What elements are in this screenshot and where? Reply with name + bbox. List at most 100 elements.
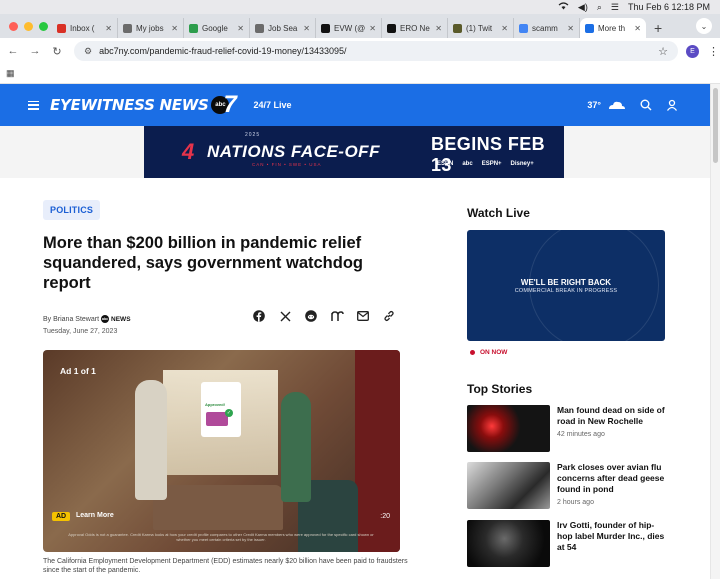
- browser-tab[interactable]: Google ✕: [184, 18, 250, 38]
- story-headline[interactable]: Park closes over avian flu concerns afte…: [557, 462, 667, 495]
- abc7-logo[interactable]: abc 7: [211, 91, 241, 118]
- story-item[interactable]: Park closes over avian flu concerns afte…: [467, 462, 667, 509]
- browser-menu-icon[interactable]: ⋮: [708, 45, 719, 58]
- abc-icon: [585, 23, 594, 33]
- email-icon[interactable]: [355, 309, 371, 323]
- job-icon: [255, 23, 264, 33]
- story-item[interactable]: Irv Gotti, founder of hip-hop label Murd…: [467, 520, 667, 567]
- profile-avatar[interactable]: E: [686, 44, 699, 58]
- facebook-icon[interactable]: [251, 309, 267, 323]
- browser-tab[interactable]: (1) Twit ✕: [448, 18, 514, 38]
- network-logo: abc: [462, 161, 473, 167]
- back-icon[interactable]: ←: [2, 45, 24, 57]
- minimize-window-button[interactable]: [24, 21, 33, 31]
- learn-more-link[interactable]: Learn More: [76, 512, 114, 519]
- page-scrollbar[interactable]: [710, 84, 720, 579]
- threads-icon[interactable]: [329, 309, 345, 323]
- site-search-icon[interactable]: [640, 99, 652, 111]
- wifi-icon[interactable]: [558, 2, 569, 12]
- media-caption: The California Employment Development De…: [43, 558, 408, 574]
- control-center-icon[interactable]: ☰: [611, 2, 619, 13]
- checkmark-icon: ✓: [225, 409, 233, 417]
- zoom-window-button[interactable]: [39, 21, 48, 31]
- new-tab-button[interactable]: +: [646, 20, 670, 36]
- close-window-button[interactable]: [9, 21, 18, 31]
- ad-disclaimer: Approval Odds is not a guarantee. Credit…: [68, 532, 374, 542]
- close-tab-icon[interactable]: ✕: [435, 24, 442, 33]
- close-tab-icon[interactable]: ✕: [369, 24, 376, 33]
- ad-badge: AD: [52, 512, 71, 521]
- category-tag[interactable]: POLITICS: [43, 200, 101, 220]
- account-icon[interactable]: [666, 99, 678, 111]
- reddit-icon[interactable]: [303, 309, 319, 323]
- close-tab-icon[interactable]: ✕: [303, 24, 310, 33]
- video-ad-player[interactable]: Approved! ✓ Ad 1 of 1 AD Learn More :20 …: [43, 350, 400, 552]
- live-dot-icon: [470, 350, 475, 355]
- link-icon[interactable]: [381, 309, 397, 323]
- banner-headline: BEGINS FEB 13: [431, 134, 546, 175]
- browser-tab[interactable]: Job Sea ✕: [250, 18, 316, 38]
- x-icon: [387, 23, 396, 33]
- address-bar[interactable]: ⚙ abc7ny.com/pandemic-fraud-relief-covid…: [74, 41, 678, 61]
- site-info-icon[interactable]: ⚙: [84, 46, 92, 57]
- browser-toolbar: ← → ↻ ⚙ abc7ny.com/pandemic-fraud-relief…: [0, 38, 720, 64]
- close-tab-icon[interactable]: ✕: [501, 24, 508, 33]
- weather-widget[interactable]: 37°: [587, 100, 626, 111]
- tab-strip: Inbox (✕ My jobs ✕ Google ✕ Job Sea ✕ EVW (@ ✕ ER…: [0, 14, 720, 38]
- hamburger-menu-icon[interactable]: [28, 100, 39, 110]
- forward-icon[interactable]: →: [24, 45, 46, 57]
- volume-icon[interactable]: ◀): [578, 2, 588, 13]
- story-thumbnail[interactable]: [467, 405, 550, 452]
- apps-grid-icon[interactable]: ▦: [6, 68, 15, 79]
- story-thumbnail[interactable]: [467, 462, 550, 509]
- story-thumbnail[interactable]: [467, 520, 550, 567]
- close-tab-icon[interactable]: ✕: [237, 24, 244, 33]
- live-video-player[interactable]: WE'LL BE RIGHT BACK COMMERCIAL BREAK IN …: [467, 230, 665, 341]
- banner-four: 4: [182, 139, 195, 164]
- ad-approved-text: Approved!: [205, 402, 225, 407]
- reload-icon[interactable]: ↻: [46, 45, 68, 58]
- browser-tab[interactable]: EVW (@ ✕: [316, 18, 382, 38]
- close-tab-icon[interactable]: ✕: [634, 24, 641, 33]
- x-icon[interactable]: [277, 309, 293, 323]
- search-icon[interactable]: ⌕: [597, 2, 602, 13]
- live-247-link[interactable]: 24/7 Live: [253, 100, 291, 110]
- ad-scene-sofa: [153, 485, 283, 530]
- browser-tab[interactable]: scamm ✕: [514, 18, 580, 38]
- scrollbar-thumb[interactable]: [713, 88, 718, 163]
- author-name[interactable]: By Briana Stewart: [43, 316, 99, 323]
- banner-ad[interactable]: 2025 4 NATIONS FACE-OFF CAN • FIN • SWE …: [144, 126, 564, 178]
- story-headline[interactable]: Man found dead on side of road in New Ro…: [557, 405, 667, 427]
- x-icon: [321, 23, 330, 33]
- ad-scene-person: [281, 392, 311, 502]
- url-text: abc7ny.com/pandemic-fraud-relief-covid-1…: [99, 46, 347, 56]
- os-menubar: ◀) ⌕ ☰ Thu Feb 6 12:18 PM: [0, 0, 720, 14]
- banner-networks: ESPN abc ESPN+ Disney+: [437, 161, 534, 167]
- watch-live-title: Watch Live: [467, 206, 530, 220]
- tab-search-button[interactable]: ⌄: [696, 18, 712, 34]
- close-tab-icon[interactable]: ✕: [105, 24, 112, 33]
- player-message: WE'LL BE RIGHT BACK: [520, 278, 612, 287]
- network-logo: Disney+: [510, 161, 534, 167]
- abc-news-logo-icon: abc: [101, 315, 110, 323]
- close-tab-icon[interactable]: ✕: [171, 24, 178, 33]
- story-headline[interactable]: Irv Gotti, founder of hip-hop label Murd…: [557, 520, 667, 553]
- browser-tab[interactable]: More th ✕: [580, 18, 646, 38]
- site-brand-logo[interactable]: EYEWITNESS NEWS: [50, 96, 209, 114]
- bookmark-star-icon[interactable]: ☆: [658, 45, 668, 58]
- browser-tab[interactable]: ERO Ne ✕: [382, 18, 448, 38]
- browser-tab[interactable]: Inbox (✕: [52, 18, 118, 38]
- browser-tab[interactable]: My jobs ✕: [118, 18, 184, 38]
- story-item[interactable]: Man found dead on side of road in New Ro…: [467, 405, 667, 452]
- ad-duration: :20: [380, 513, 390, 520]
- temperature-value: 37°: [587, 100, 601, 110]
- tab-title: ERO Ne: [400, 23, 430, 33]
- google-docs-icon: [189, 23, 198, 33]
- channel-number: 7: [223, 91, 237, 118]
- ad-counter: Ad 1 of 1: [60, 366, 96, 376]
- ad-scene-person: [135, 380, 167, 500]
- banner-year: 2025: [245, 132, 261, 138]
- abc-news-label: NEWS: [111, 315, 131, 323]
- tab-list: Inbox (✕ My jobs ✕ Google ✕ Job Sea ✕ EVW (@ ✕ ER…: [52, 14, 646, 38]
- close-tab-icon[interactable]: ✕: [567, 24, 574, 33]
